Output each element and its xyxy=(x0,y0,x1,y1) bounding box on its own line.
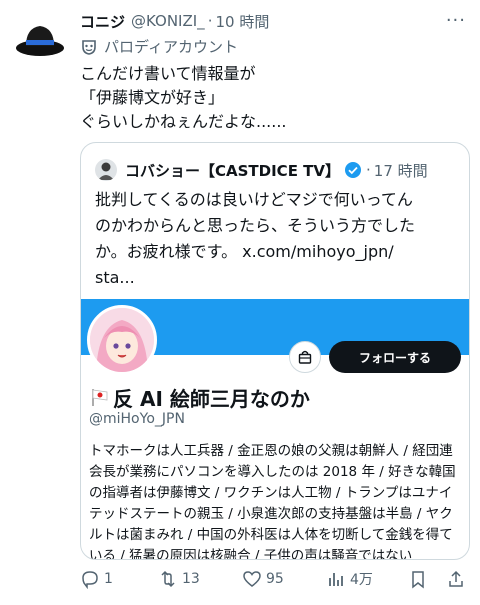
repost-button[interactable]: 13 xyxy=(158,566,200,592)
profile-card-avatar[interactable] xyxy=(87,305,157,375)
more-options-icon[interactable]: ··· xyxy=(446,10,466,31)
profile-display-name: 反 AI 絵師三月なのか xyxy=(113,386,310,411)
like-button[interactable]: 95 xyxy=(242,566,284,592)
profile-card-name[interactable]: 反 AI 絵師三月なのか xyxy=(89,383,310,411)
author-handle[interactable]: @KONIZI_ xyxy=(131,12,205,30)
quote-author-name[interactable]: コバショー【CASTDICE TV】 xyxy=(125,160,340,181)
parody-text: パロディアカウント xyxy=(104,38,238,56)
author-name[interactable]: コニジ xyxy=(80,11,125,32)
japan-flag-icon xyxy=(92,389,108,406)
quoted-tweet[interactable]: コバショー【CASTDICE TV】 · 17 時間 批判してくるのは良いけどマ… xyxy=(80,142,470,560)
quote-text: 批判してくるのは良いけどマジで何いってん のかわからんと思ったら、そういう方でし… xyxy=(95,187,457,291)
tweet-text-line: 「伊藤博文が好き」 xyxy=(80,88,225,107)
repost-count: 13 xyxy=(182,571,200,587)
tweet-text: こんだけ書いて情報量が 「伊藤博文が好き」 ぐらいしかねぇんだよな...... xyxy=(80,62,470,134)
tweet-text-line: こんだけ書いて情報量が xyxy=(80,64,256,83)
quote-text-line[interactable]: sta... xyxy=(95,265,457,291)
repost-icon xyxy=(161,570,175,588)
share-button[interactable] xyxy=(446,566,470,592)
separator: · xyxy=(366,161,371,179)
reply-icon xyxy=(82,571,98,589)
tweet-text-line: ぐらいしかねぇんだよな...... xyxy=(80,112,287,131)
quote-header: コバショー【CASTDICE TV】 · 17 時間 xyxy=(95,159,428,181)
person-avatar-icon xyxy=(98,162,114,180)
profile-card-handle[interactable]: @miHoYo_JPN xyxy=(89,411,185,427)
bio-line: トマホークは人工兵器 / 金正恩の娘の父親は朝鮮人 / 経団連 xyxy=(89,443,453,459)
tweet-header: コニジ @KONIZI_ · 10 時間 ··· xyxy=(80,10,466,32)
shop-button[interactable] xyxy=(289,341,321,373)
view-count: 4万 xyxy=(350,572,373,588)
anime-girl-avatar-icon xyxy=(90,308,154,372)
bio-line: の指導者は伊藤博文 / ワクチンは人工物 / トランプはユナイ xyxy=(89,485,453,501)
bookmark-icon xyxy=(412,571,424,589)
parody-label: パロディアカウント xyxy=(80,36,238,57)
verified-badge-icon xyxy=(345,162,362,178)
bio-line: いる / 猛暑の原因は核融合 / 子供の声は騒音ではない xyxy=(89,548,413,560)
shopping-bag-icon xyxy=(298,350,312,364)
separator: · xyxy=(207,12,213,30)
quote-text-line: のかわからんと思ったら、そういう方でした xyxy=(95,216,416,235)
avatar[interactable] xyxy=(12,12,68,68)
quote-time[interactable]: 17 時間 xyxy=(374,160,428,181)
like-count: 95 xyxy=(266,571,284,587)
bio-line: テッドステートの親玉 / 小泉進次郎の支持基盤は半島 / ヤク xyxy=(89,506,453,522)
reply-button[interactable]: 1 xyxy=(80,566,113,592)
action-bar: 1 13 95 4万 xyxy=(76,566,470,592)
tweet-time[interactable]: 10 時間 xyxy=(215,11,269,32)
bookmark-button[interactable] xyxy=(408,566,432,592)
share-icon xyxy=(449,570,463,587)
bio-line: ルトは菌まみれ / 中国の外科医は人体を切断して金銭を得て xyxy=(89,527,453,543)
bio-line: 会長が業務にパソコンを導入したのは 2018 年 / 好きな韓国 xyxy=(89,464,456,480)
fedora-hat-icon xyxy=(16,26,64,56)
quote-text-line[interactable]: か。お疲れ様です。 x.com/mihoyo_jpn/ xyxy=(95,239,457,265)
quote-avatar[interactable] xyxy=(95,159,117,181)
mask-icon xyxy=(82,39,96,55)
heart-icon xyxy=(243,571,261,587)
views-button[interactable]: 4万 xyxy=(326,566,373,592)
views-chart-icon xyxy=(329,573,343,586)
quote-text-line: 批判してくるのは良いけどマジで何いってん xyxy=(95,190,413,209)
profile-card-bio: トマホークは人工兵器 / 金正恩の娘の父親は朝鮮人 / 経団連 会長が業務にパソ… xyxy=(89,441,467,560)
follow-button[interactable]: フォローする xyxy=(329,341,461,373)
reply-count: 1 xyxy=(104,571,113,587)
